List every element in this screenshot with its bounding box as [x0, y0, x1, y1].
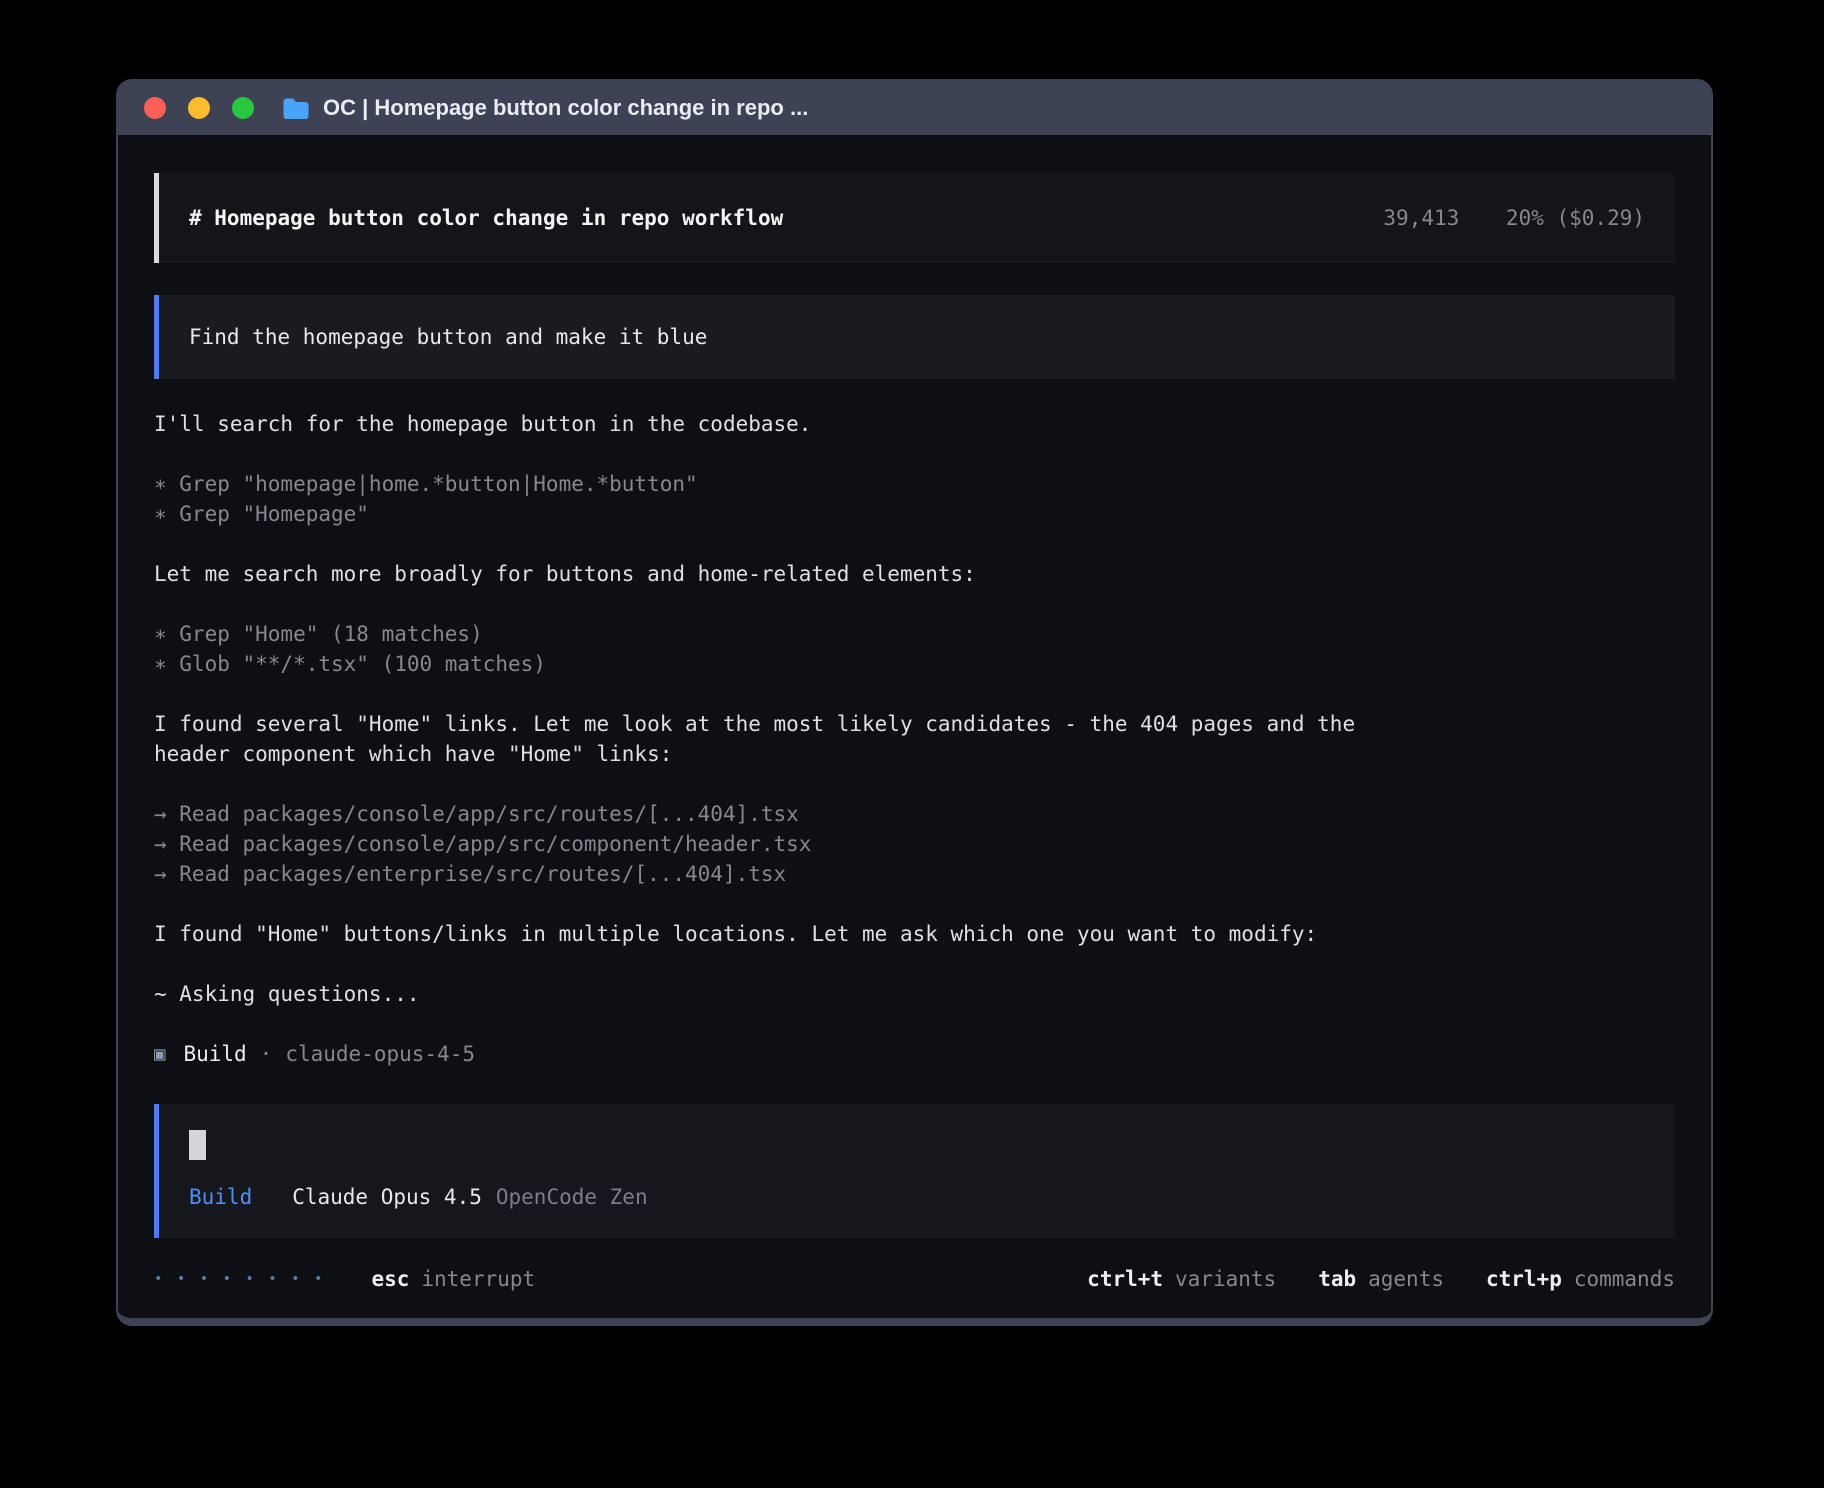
close-button[interactable] [144, 97, 166, 119]
assistant-paragraph: I found "Home" buttons/links in multiple… [154, 919, 1399, 949]
tool-call-line: ∗ Grep "Home" (18 matches) [154, 619, 1399, 649]
tool-call-line: → Read packages/console/app/src/componen… [154, 829, 1399, 859]
shortcut-label: variants [1175, 1264, 1276, 1294]
tool-call-line: ∗ Grep "Homepage" [154, 499, 1399, 529]
paragraph-text: I found "Home" buttons/links in multiple… [154, 919, 1399, 949]
assistant-paragraph: I'll search for the homepage button in t… [154, 409, 1399, 439]
esc-key-hint: esc [371, 1264, 409, 1294]
window-title-group: OC | Homepage button color change in rep… [282, 95, 808, 121]
assistant-paragraph: I found several "Home" links. Let me loo… [154, 709, 1399, 769]
input-mode-label: Build [189, 1182, 252, 1212]
session-stats: 39,413 20% ($0.29) [1383, 203, 1645, 233]
shortcut-key: ctrl+t [1087, 1264, 1163, 1294]
tool-call-line: → Read packages/console/app/src/routes/[… [154, 799, 1399, 829]
shortcut-commands: ctrl+p commands [1486, 1264, 1675, 1294]
agent-badge: ▣ Build · claude-opus-4-5 [154, 1039, 1399, 1069]
context-usage: 20% ($0.29) [1506, 206, 1645, 230]
assistant-paragraph: Let me search more broadly for buttons a… [154, 559, 1399, 589]
prompt-input[interactable]: Build Claude Opus 4.5 OpenCode Zen [154, 1104, 1675, 1238]
shortcut-hints: ctrl+t variants tab agents ctrl+p comman… [1087, 1264, 1675, 1294]
user-message-text: Find the homepage button and make it blu… [189, 325, 707, 349]
terminal-content: # Homepage button color change in repo w… [118, 135, 1711, 1318]
token-count: 39,413 [1383, 206, 1459, 230]
spinner-dots-icon: • • • • • • • • [154, 1264, 325, 1294]
folder-icon [282, 97, 310, 119]
session-title: # Homepage button color change in repo w… [189, 203, 783, 233]
status-bar: • • • • • • • • esc interrupt ctrl+t var… [154, 1264, 1675, 1294]
tool-call-line: ∗ Grep "homepage|home.*button|Home.*butt… [154, 469, 1399, 499]
tool-call-group: → Read packages/console/app/src/routes/[… [154, 799, 1399, 889]
window-title: OC | Homepage button color change in rep… [323, 95, 808, 121]
tool-call-group: ∗ Grep "Home" (18 matches) ∗ Glob "**/*.… [154, 619, 1399, 679]
input-meta: Build Claude Opus 4.5 OpenCode Zen [189, 1182, 1645, 1212]
terminal-window: OC | Homepage button color change in rep… [116, 79, 1713, 1326]
session-header: # Homepage button color change in repo w… [154, 173, 1675, 263]
status-message: ~ Asking questions... [154, 979, 1399, 1009]
tool-call-group: ∗ Grep "homepage|home.*button|Home.*butt… [154, 469, 1399, 529]
traffic-lights [144, 97, 254, 119]
shortcut-key: tab [1318, 1264, 1356, 1294]
paragraph-text: I'll search for the homepage button in t… [154, 409, 1399, 439]
shortcut-variants: ctrl+t variants [1087, 1264, 1276, 1294]
minimize-button[interactable] [188, 97, 210, 119]
paragraph-text: I found several "Home" links. Let me loo… [154, 709, 1399, 769]
titlebar[interactable]: OC | Homepage button color change in rep… [118, 81, 1711, 135]
zoom-button[interactable] [232, 97, 254, 119]
agent-icon: ▣ [154, 1039, 165, 1069]
paragraph-text: Let me search more broadly for buttons a… [154, 559, 1399, 589]
tool-call-line: ∗ Glob "**/*.tsx" (100 matches) [154, 649, 1399, 679]
agent-name: Build [183, 1039, 246, 1069]
shortcut-label: agents [1368, 1264, 1444, 1294]
assistant-messages: I'll search for the homepage button in t… [154, 409, 1399, 1099]
status-text: ~ Asking questions... [154, 979, 1399, 1009]
esc-action-label: interrupt [421, 1264, 535, 1294]
user-message: Find the homepage button and make it blu… [154, 295, 1675, 379]
text-cursor[interactable] [189, 1130, 206, 1160]
shortcut-label: commands [1574, 1264, 1675, 1294]
tool-call-line: → Read packages/enterprise/src/routes/[.… [154, 859, 1399, 889]
agent-model: claude-opus-4-5 [285, 1039, 475, 1069]
shortcut-agents: tab agents [1318, 1264, 1444, 1294]
shortcut-key: ctrl+p [1486, 1264, 1562, 1294]
input-model-label: Claude Opus 4.5 [292, 1182, 482, 1212]
agent-separator: · [260, 1039, 273, 1069]
input-provider-label: OpenCode Zen [496, 1182, 648, 1212]
